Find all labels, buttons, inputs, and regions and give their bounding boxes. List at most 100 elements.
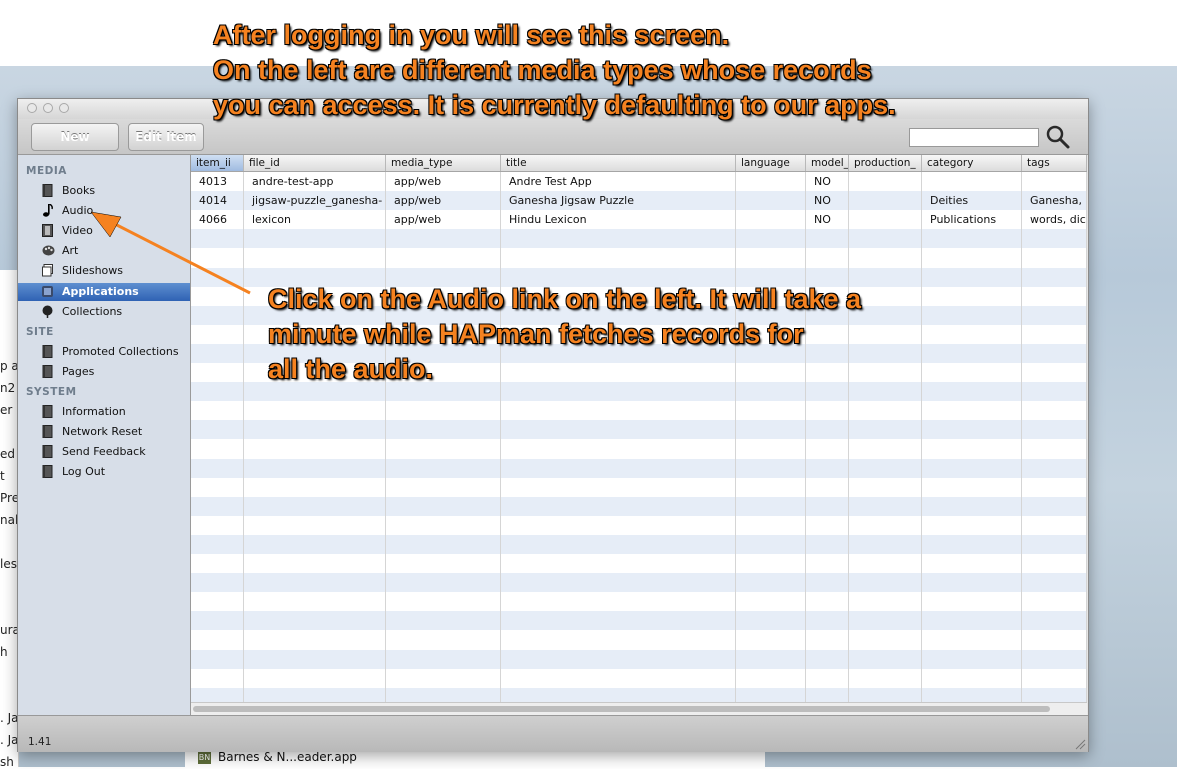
zoom-window-button[interactable] xyxy=(59,103,69,113)
scrollbar-thumb[interactable] xyxy=(193,706,1050,712)
sidebar-item-label: Send Feedback xyxy=(62,445,146,459)
search-icon[interactable] xyxy=(1045,124,1071,150)
new-button[interactable]: New xyxy=(31,123,119,151)
column-header-4[interactable]: language xyxy=(736,155,806,171)
table-cell: Ganesha Jigsaw Puzzle xyxy=(509,194,634,208)
sidebar-heading: SITE xyxy=(26,325,54,338)
music-note-icon xyxy=(42,203,53,217)
annotation-top: After logging in you will see this scree… xyxy=(213,20,896,120)
column-header-8[interactable]: tags xyxy=(1022,155,1087,171)
column-header-6[interactable]: production_ xyxy=(849,155,922,171)
background-text: les xyxy=(0,557,17,571)
sidebar-item-network-reset[interactable]: Network Reset xyxy=(18,423,190,441)
table-cell: NO xyxy=(814,175,831,188)
background-text: nal xyxy=(0,513,19,527)
table-cell: lexicon xyxy=(252,213,291,227)
sidebar-item-promoted-collections[interactable]: Promoted Collections xyxy=(18,343,190,361)
sidebar-item-label: Books xyxy=(62,184,96,197)
records-table: item_ii file_id media_type title language mod… xyxy=(191,155,1087,715)
background-text: h xyxy=(0,645,8,659)
background-text: n2 xyxy=(0,381,16,395)
table-row[interactable]: 4014 jigsaw-puzzle_ganesha-app/web Ganesha… xyxy=(191,191,1087,211)
table-row[interactable]: 4013 andre-test-app app/web Andre Test App N… xyxy=(191,172,1087,191)
version-label: 1.41 xyxy=(28,736,52,748)
empty-table-row xyxy=(191,401,1087,420)
book-icon xyxy=(42,184,53,197)
collection-icon xyxy=(42,305,53,318)
table-cell: app/web xyxy=(394,194,442,208)
column-header-5[interactable]: model_ xyxy=(806,155,849,171)
column-header-7[interactable]: category xyxy=(922,155,1022,171)
sidebar-item-label: Collections xyxy=(62,304,123,318)
column-header-0[interactable]: item_ii xyxy=(191,155,244,171)
sidebar-item-label: Art xyxy=(62,244,79,258)
app-icon xyxy=(42,285,53,298)
empty-table-row xyxy=(191,649,1087,669)
resize-grip-icon[interactable] xyxy=(1074,738,1086,750)
empty-table-row xyxy=(191,573,1087,593)
empty-table-row xyxy=(191,478,1087,497)
column-header-3[interactable]: title xyxy=(501,155,736,171)
column-header-2[interactable]: media_type xyxy=(386,155,501,171)
table-cell xyxy=(736,210,806,229)
table-cell: Deities xyxy=(930,194,969,208)
sidebar-item-collections[interactable]: Collections xyxy=(18,303,190,321)
table-cell: andre-test-app xyxy=(252,175,334,188)
toolbar: New Edit Item xyxy=(18,119,1088,155)
table-cell xyxy=(736,191,806,210)
column-divider xyxy=(848,172,849,702)
sidebar-item-send-feedback[interactable]: Send Feedback xyxy=(18,443,190,461)
column-divider xyxy=(500,172,501,702)
sidebar-item-pages[interactable]: Pages xyxy=(18,363,190,381)
table-cell xyxy=(1022,172,1087,191)
background-text: t xyxy=(0,469,5,483)
book-icon xyxy=(42,344,53,358)
table-cell: app/web xyxy=(394,175,442,188)
table-body: 4013 andre-test-app app/web Andre Test App N… xyxy=(191,172,1087,707)
app-icon: BN xyxy=(198,751,211,764)
empty-table-row xyxy=(191,669,1087,688)
column-header-1[interactable]: file_id xyxy=(244,155,386,171)
edit-item-button[interactable]: Edit Item xyxy=(128,123,204,151)
table-cell: words, dict xyxy=(1030,213,1087,227)
sidebar-item-label: Information xyxy=(62,404,126,418)
annotation-middle: Click on the Audio link on the left. It … xyxy=(268,284,862,384)
search-input[interactable] xyxy=(909,128,1039,147)
film-icon xyxy=(42,224,53,238)
sidebar-item-books[interactable]: Books xyxy=(18,182,190,200)
background-text: ed xyxy=(0,447,15,461)
column-divider xyxy=(1086,172,1087,702)
table-row[interactable]: 4066 lexicon app/web Hindu Lexicon NO Publica… xyxy=(191,210,1087,229)
table-cell xyxy=(849,191,922,210)
column-divider xyxy=(805,172,806,702)
column-divider xyxy=(921,172,922,702)
hapman-window: New Edit Item MEDIA Books Audio Video Art Sli… xyxy=(17,98,1089,752)
table-cell xyxy=(849,172,922,191)
sidebar-item-log-out[interactable]: Log Out xyxy=(18,463,190,481)
table-header: item_ii file_id media_type title language mod… xyxy=(191,155,1087,172)
background-text: p a xyxy=(0,359,19,373)
minimize-window-button[interactable] xyxy=(43,103,53,113)
column-divider xyxy=(1021,172,1022,702)
sidebar-heading: MEDIA xyxy=(26,165,67,177)
empty-table-row xyxy=(191,630,1087,649)
background-text: . Ja xyxy=(0,733,19,747)
book-icon xyxy=(42,465,53,479)
background-text: er xyxy=(0,403,13,417)
table-cell: Andre Test App xyxy=(509,175,592,188)
book-icon xyxy=(42,445,53,459)
empty-table-row xyxy=(191,516,1087,535)
background-text: . Ja xyxy=(0,711,19,725)
empty-table-row xyxy=(191,554,1087,573)
sidebar-item-label: Log Out xyxy=(62,465,106,479)
sidebar-item-information[interactable]: Information xyxy=(18,403,190,421)
horizontal-scrollbar[interactable] xyxy=(191,702,1087,715)
table-cell: Hindu Lexicon xyxy=(509,213,587,227)
table-cell: NO xyxy=(814,194,831,208)
close-window-button[interactable] xyxy=(27,103,37,113)
table-cell: Publications xyxy=(930,213,997,227)
table-cell xyxy=(849,210,922,229)
column-divider xyxy=(385,172,386,702)
palette-icon xyxy=(42,244,55,257)
sidebar-heading: SYSTEM xyxy=(26,385,77,398)
